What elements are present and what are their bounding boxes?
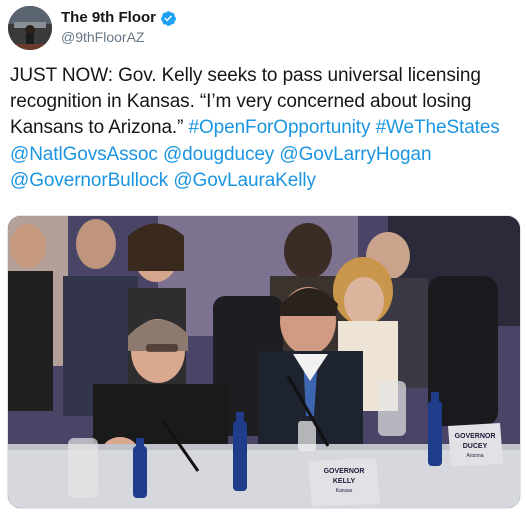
- hashtag-link[interactable]: #OpenForOpportunity: [189, 117, 371, 138]
- verified-badge-icon: [160, 10, 177, 27]
- name-plate-right-line1: GOVERNOR: [455, 433, 496, 440]
- hashtag-link[interactable]: #WeTheStates: [376, 117, 500, 138]
- name-plate-left-line3: Kansas: [336, 488, 353, 494]
- author-handle[interactable]: @9thFloorAZ: [61, 28, 144, 46]
- conference-photo-icon: GOVERNOR KELLY Kansas GOVERNOR DUCEY Ari…: [8, 216, 520, 508]
- tweet-media-photo[interactable]: GOVERNOR KELLY Kansas GOVERNOR DUCEY Ari…: [7, 215, 521, 509]
- name-plate-right-line3: Arizona: [467, 453, 484, 459]
- avatar-photo-icon: [8, 6, 52, 50]
- mention-link[interactable]: @dougducey: [163, 144, 274, 165]
- mention-link[interactable]: @GovernorBullock: [10, 170, 168, 191]
- name-plate-right-line2: DUCEY: [463, 443, 488, 450]
- author-name-row[interactable]: The 9th Floor: [61, 9, 177, 27]
- name-plate-left-line2: KELLY: [333, 478, 356, 485]
- author-display-name[interactable]: The 9th Floor: [61, 9, 156, 27]
- tweet-text: JUST NOW: Gov. Kelly seeks to pass unive…: [10, 63, 520, 194]
- author-avatar[interactable]: [8, 6, 52, 50]
- mention-link[interactable]: @NatlGovsAssoc: [10, 144, 158, 165]
- mention-link[interactable]: @GovLarryHogan: [279, 144, 431, 165]
- name-plate-left-line1: GOVERNOR: [324, 468, 365, 475]
- tweet-card: The 9th Floor @9thFloorAZ JUST NOW: Gov.…: [0, 0, 526, 514]
- mention-link[interactable]: @GovLauraKelly: [173, 170, 316, 191]
